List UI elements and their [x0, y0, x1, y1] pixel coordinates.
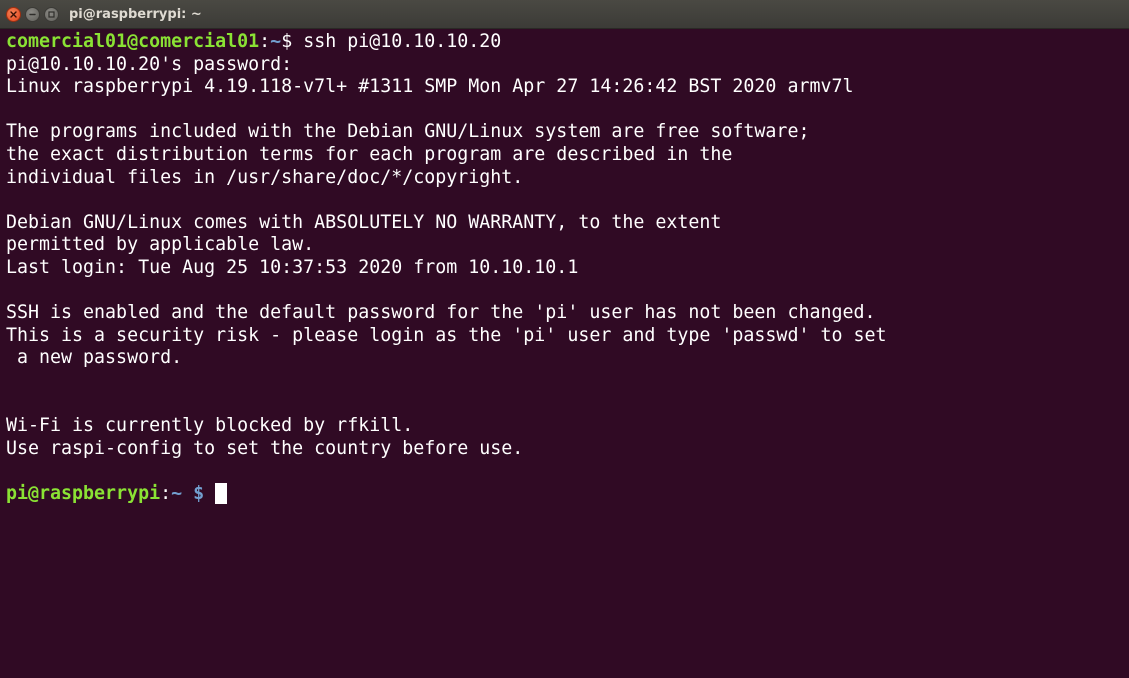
first-prompt-line: comercial01@comercial01:~$ ssh pi@10.10.…	[6, 31, 1123, 54]
output-line: the exact distribution terms for each pr…	[6, 143, 733, 165]
prompt-command: ssh pi@10.10.10.20	[303, 31, 502, 52]
final-prompt-path: ~ $	[171, 482, 205, 504]
close-icon	[10, 10, 17, 18]
maximize-button[interactable]	[44, 6, 59, 22]
output-line: Use raspi-config to set the country befo…	[6, 437, 524, 459]
output-line: Wi-Fi is currently blocked by rfkill.	[6, 415, 414, 437]
prompt-path: ~	[270, 31, 282, 52]
output-line: Debian GNU/Linux comes with ABSOLUTELY N…	[6, 211, 722, 233]
output-line: Last login: Tue Aug 25 10:37:53 2020 fro…	[6, 256, 579, 278]
text-cursor[interactable]	[215, 482, 228, 504]
output-line: pi@10.10.10.20's password:	[6, 53, 293, 75]
output-line: The programs included with the Debian GN…	[6, 121, 810, 143]
window-title: pi@raspberrypi: ~	[69, 6, 202, 22]
output-line: a new password.	[6, 347, 183, 369]
title-bar[interactable]: pi@raspberrypi: ~	[0, 0, 1129, 29]
final-prompt-user-host: pi@raspberrypi	[6, 482, 161, 504]
prompt-user-host: comercial01@comercial01	[6, 31, 260, 52]
output-line: Linux raspberrypi 4.19.118-v7l+ #1311 SM…	[6, 76, 854, 98]
minimize-button[interactable]	[25, 6, 40, 22]
terminal-output[interactable]: comercial01@comercial01:~$ ssh pi@10.10.…	[0, 29, 1129, 505]
prompt-symbol: $	[281, 31, 304, 52]
output-line: individual files in /usr/share/doc/*/cop…	[6, 166, 524, 188]
minimize-icon	[29, 13, 36, 15]
final-prompt-line[interactable]: pi@raspberrypi:~ $	[6, 482, 1123, 506]
maximize-icon	[48, 10, 55, 18]
final-prompt-space	[204, 483, 215, 504]
terminal-window: pi@raspberrypi: ~ comercial01@comercial0…	[0, 0, 1129, 678]
output-line: SSH is enabled and the default password …	[6, 302, 876, 324]
output-line: permitted by applicable law.	[6, 234, 315, 256]
output-line: This is a security risk - please login a…	[6, 324, 887, 346]
window-controls	[0, 6, 59, 22]
close-button[interactable]	[6, 6, 21, 22]
prompt-separator: :	[259, 31, 271, 52]
final-prompt-separator: :	[160, 482, 172, 504]
